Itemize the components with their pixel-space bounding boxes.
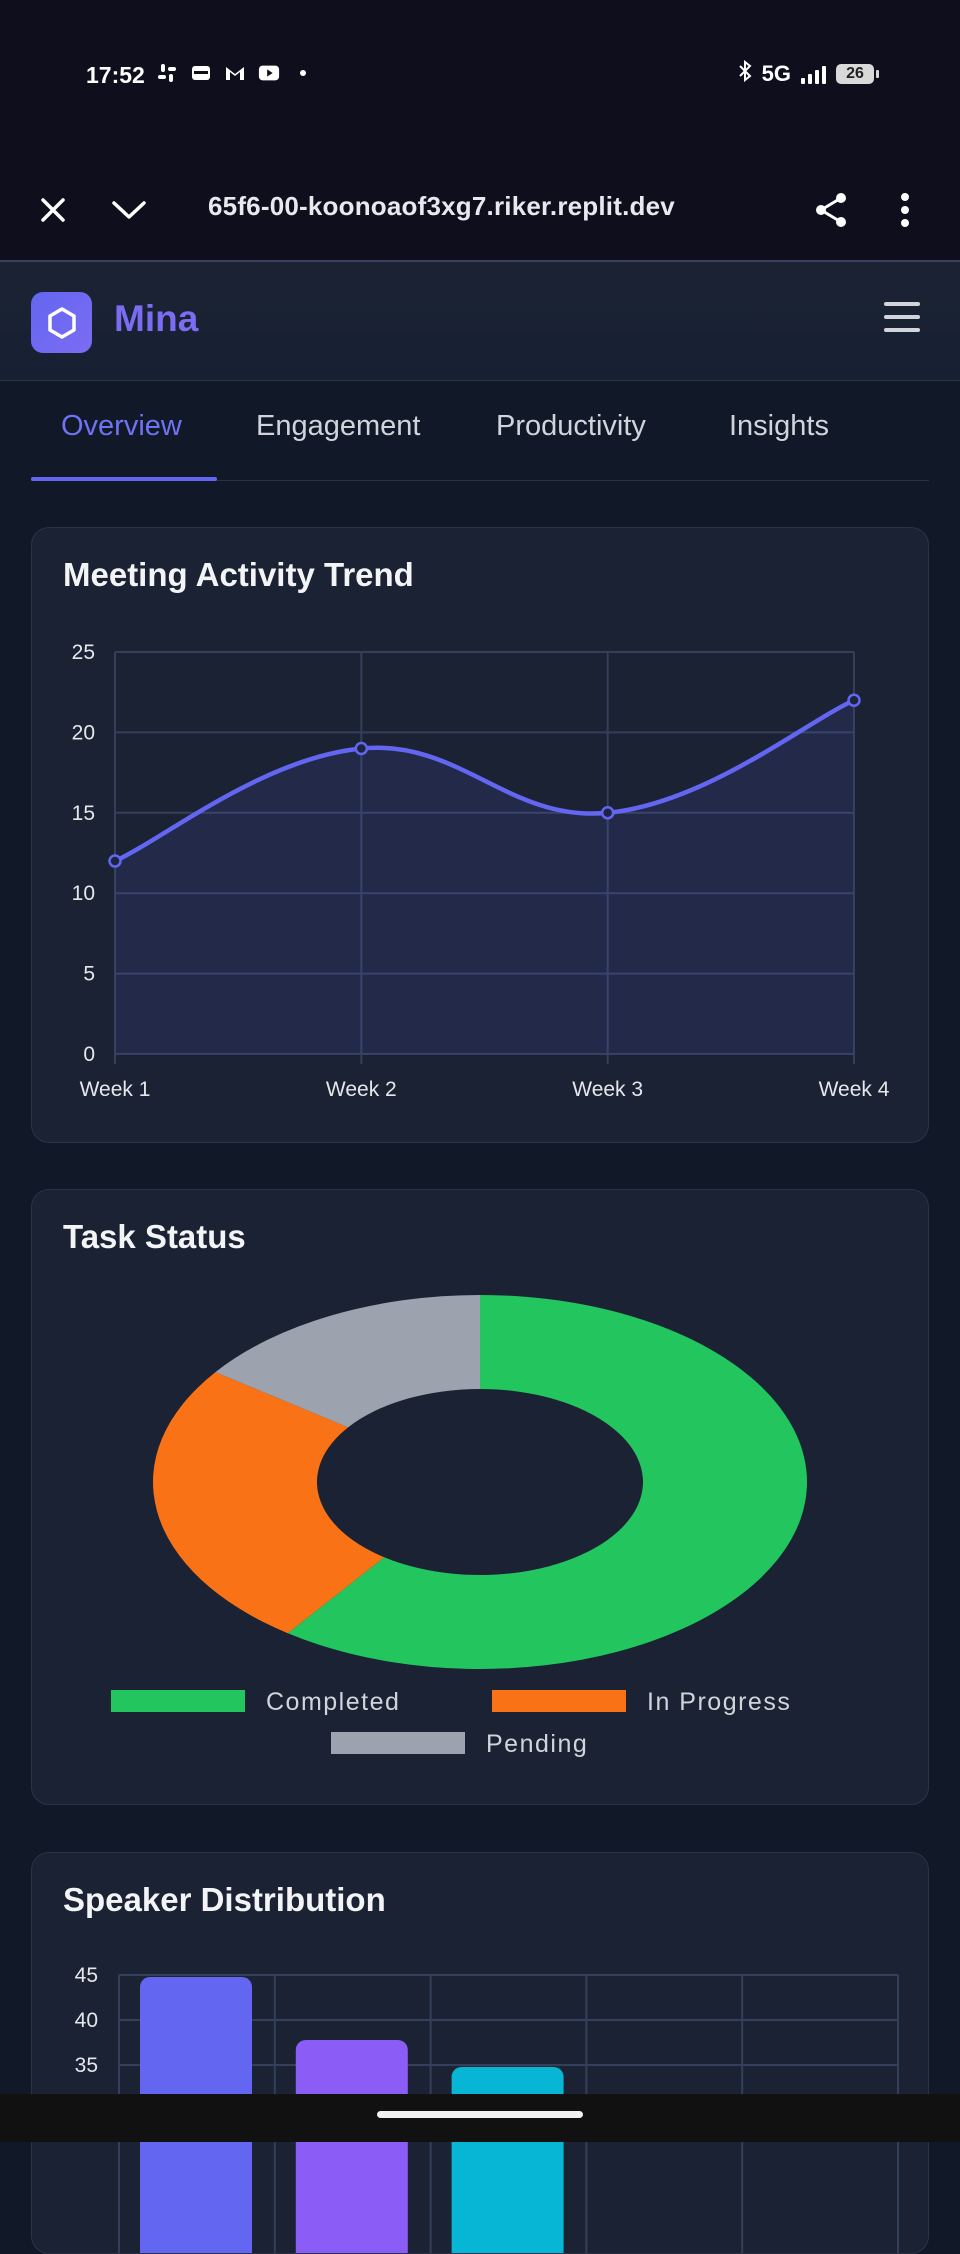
x-tick-label: Week 4 bbox=[819, 1078, 890, 1101]
legend-label: In Progress bbox=[647, 1688, 791, 1716]
tab-productivity[interactable]: Productivity bbox=[496, 410, 646, 443]
url-text[interactable]: 65f6-00-koonoaof3xg7.riker.replit.dev bbox=[208, 191, 675, 222]
data-point bbox=[108, 854, 122, 868]
bluetooth-icon bbox=[738, 59, 752, 88]
speaker-bar bbox=[295, 2040, 408, 2253]
app-header: Mina bbox=[0, 262, 960, 381]
status-right: 5G 26 bbox=[738, 59, 879, 88]
legend-swatch bbox=[331, 1732, 465, 1754]
battery-icon: 26 bbox=[836, 64, 879, 84]
chevron-down-icon[interactable] bbox=[104, 185, 154, 235]
tab-insights[interactable]: Insights bbox=[729, 410, 829, 443]
legend-label: Pending bbox=[486, 1730, 588, 1758]
x-tick-label: Week 3 bbox=[572, 1078, 643, 1101]
legend-swatch bbox=[111, 1690, 245, 1712]
y-tick-label: 25 bbox=[72, 641, 95, 664]
legend-label: Completed bbox=[266, 1688, 400, 1716]
wallet-icon bbox=[190, 63, 212, 83]
share-icon[interactable] bbox=[806, 185, 856, 235]
legend-swatch bbox=[492, 1690, 626, 1712]
youtube-icon bbox=[258, 63, 280, 83]
hamburger-menu-icon[interactable] bbox=[884, 302, 922, 338]
signal-icon bbox=[801, 64, 826, 84]
dot-icon bbox=[292, 63, 314, 83]
system-navigation-bar bbox=[0, 2094, 960, 2142]
y-tick-label: 5 bbox=[83, 963, 95, 986]
slack-icon bbox=[156, 63, 178, 83]
speaker-distribution-card: Speaker Distribution 35 40 45 bbox=[31, 1852, 929, 2254]
x-tick-label: Week 1 bbox=[80, 1078, 151, 1101]
y-tick-label: 10 bbox=[72, 882, 95, 905]
tab-bar: Overview Engagement Productivity Insight… bbox=[31, 380, 929, 481]
status-bar: 17:52 5G 26 bbox=[0, 0, 960, 155]
network-type: 5G bbox=[761, 61, 791, 86]
task-status-card: Task Status Completed In Progress Pending bbox=[31, 1189, 929, 1805]
hexagon-icon bbox=[47, 306, 76, 339]
status-notification-icons bbox=[156, 63, 314, 83]
data-point bbox=[600, 806, 615, 820]
y-tick-label: 0 bbox=[83, 1043, 95, 1066]
data-point bbox=[847, 693, 861, 707]
home-indicator[interactable] bbox=[377, 2111, 583, 2118]
tab-engagement[interactable]: Engagement bbox=[256, 410, 420, 443]
meeting-activity-chart: 0 5 10 15 20 25 Week 1 Week 2 Week 3 Week 4 bbox=[72, 641, 890, 1101]
y-tick-label: 35 bbox=[75, 2054, 98, 2077]
browser-toolbar: 65f6-00-koonoaof3xg7.riker.replit.dev bbox=[0, 155, 960, 262]
app-logo[interactable] bbox=[31, 292, 92, 353]
data-point bbox=[354, 741, 369, 756]
series-area bbox=[115, 700, 854, 1054]
status-time: 17:52 bbox=[86, 62, 145, 88]
more-options-icon[interactable] bbox=[880, 185, 930, 235]
task-status-chart: Completed In Progress Pending bbox=[111, 1295, 808, 1758]
tab-overview[interactable]: Overview bbox=[61, 410, 182, 443]
y-tick-label: 40 bbox=[75, 2009, 98, 2032]
meeting-activity-card: Meeting Activity Trend 0 5 10 15 20 25 Week 1W… bbox=[31, 527, 929, 1143]
y-tick-label: 15 bbox=[72, 802, 95, 825]
y-tick-label: 20 bbox=[72, 721, 95, 744]
close-icon[interactable] bbox=[28, 185, 78, 235]
app-name: Mina bbox=[114, 298, 199, 339]
gmail-icon bbox=[224, 63, 246, 83]
x-tick-label: Week 2 bbox=[326, 1078, 397, 1101]
speaker-distribution-chart: 35 40 45 bbox=[75, 1964, 899, 2253]
y-tick-label: 45 bbox=[75, 1964, 98, 1987]
active-tab-indicator bbox=[31, 477, 217, 481]
